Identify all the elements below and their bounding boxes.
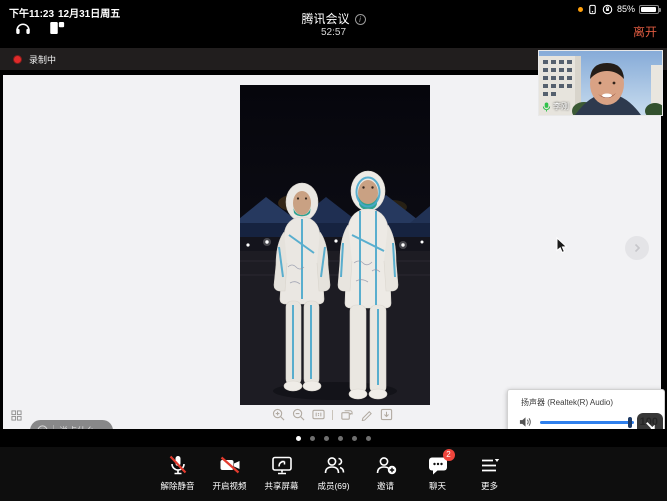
meeting-duration: 52:57 xyxy=(0,27,667,38)
shared-photo xyxy=(240,85,430,405)
meeting-info-icon[interactable]: i xyxy=(355,14,366,25)
more-button[interactable]: 更多 xyxy=(464,447,516,492)
recording-dot-icon xyxy=(13,55,22,64)
invite-label: 邀请 xyxy=(377,480,394,492)
more-icon xyxy=(478,453,502,477)
edit-pencil-icon[interactable] xyxy=(360,408,373,421)
download-icon[interactable] xyxy=(380,408,393,421)
page-dot xyxy=(310,436,315,441)
mic-in-use-dot xyxy=(578,7,583,12)
zoom-out-icon[interactable] xyxy=(292,408,305,421)
orientation-lock-icon xyxy=(602,4,613,15)
pagination-dots xyxy=(0,429,667,447)
volume-slider[interactable] xyxy=(540,421,634,424)
invite-icon xyxy=(374,453,398,477)
chat-button[interactable]: 2 聊天 xyxy=(412,447,464,492)
status-header-bar: 下午11:23 12月31日周五 腾讯会议i 52:57 85% 离开 xyxy=(0,0,667,48)
page-dot xyxy=(366,436,371,441)
participant-nametag: 李刚 xyxy=(542,101,569,112)
page-dot xyxy=(324,436,329,441)
one-to-one-icon[interactable] xyxy=(312,408,325,421)
volume-slider-thumb[interactable] xyxy=(628,417,632,428)
leave-meeting-button[interactable]: 离开 xyxy=(633,23,657,40)
camera-off-icon xyxy=(218,453,242,477)
speaker-icon xyxy=(519,416,532,428)
speaker-device-label: 扬声器 (Realtek(R) Audio) xyxy=(521,397,613,408)
zoom-in-icon[interactable] xyxy=(272,408,285,421)
participant-name: 李刚 xyxy=(553,101,569,112)
screen-mirroring-icon xyxy=(587,4,598,15)
screen-share-icon xyxy=(270,453,294,477)
unmute-label: 解除静音 xyxy=(160,480,194,492)
share-screen-button[interactable]: 共享屏幕 xyxy=(256,447,308,492)
page-dot xyxy=(352,436,357,441)
members-button[interactable]: 成员(69) xyxy=(308,447,360,492)
mic-off-icon xyxy=(166,453,190,477)
viewer-divider xyxy=(332,410,333,420)
mic-on-icon xyxy=(542,102,551,112)
start-video-label: 开启视频 xyxy=(212,480,246,492)
grid-view-icon[interactable] xyxy=(11,410,22,421)
rotate-icon[interactable] xyxy=(340,408,353,421)
chat-unread-badge: 2 xyxy=(443,449,455,461)
page-dot xyxy=(296,436,301,441)
shared-content-panel: 说点什么... 扬声器 (Realtek(R) Audio) 100 xyxy=(3,75,661,429)
invite-button[interactable]: 邀请 xyxy=(360,447,412,492)
more-label: 更多 xyxy=(481,480,498,492)
chat-label: 聊天 xyxy=(429,480,446,492)
system-status-icons: 85% xyxy=(578,3,659,15)
chevron-right-icon xyxy=(632,243,642,253)
next-page-button[interactable] xyxy=(625,236,649,260)
members-label: 成员(69) xyxy=(317,480,349,492)
meeting-title: 腾讯会议 xyxy=(301,12,349,26)
mouse-cursor xyxy=(556,237,568,254)
recording-label: 录制中 xyxy=(29,53,56,66)
battery-icon xyxy=(639,5,659,14)
participant-video-thumbnail[interactable]: 李刚 xyxy=(539,51,662,115)
page-dot xyxy=(338,436,343,441)
meeting-title-row: 腾讯会议 i xyxy=(0,10,667,27)
members-icon xyxy=(322,453,346,477)
tencent-meeting-window: 下午11:23 12月31日周五 腾讯会议i 52:57 85% 离开 录制中 xyxy=(0,0,667,501)
start-video-button[interactable]: 开启视频 xyxy=(204,447,256,492)
shared-screen-stage: 说点什么... 扬声器 (Realtek(R) Audio) 100 xyxy=(0,70,667,429)
share-screen-label: 共享屏幕 xyxy=(264,480,298,492)
unmute-button[interactable]: 解除静音 xyxy=(152,447,204,492)
battery-percent: 85% xyxy=(617,4,635,14)
bottom-toolbar: 解除静音 开启视频 共享屏幕 成员(69) xyxy=(0,447,667,501)
